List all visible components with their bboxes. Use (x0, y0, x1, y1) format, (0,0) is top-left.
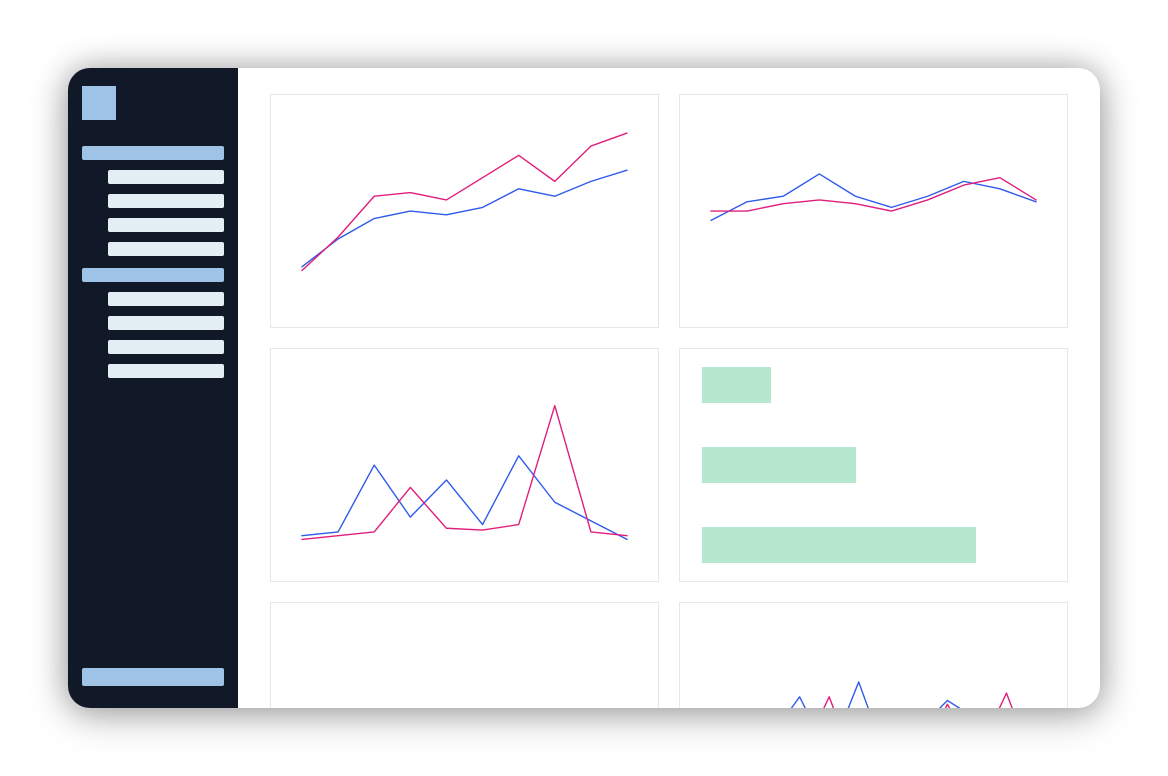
sidebar (68, 68, 238, 708)
app-logo-icon (82, 86, 116, 120)
chart-panel-3 (270, 348, 659, 582)
app-window (68, 68, 1100, 708)
nav-item[interactable] (108, 218, 224, 232)
bar-segment (702, 447, 856, 483)
line-chart-icon (680, 95, 1067, 327)
bar-segment (702, 367, 771, 403)
nav-item[interactable] (108, 194, 224, 208)
line-chart-icon (680, 603, 1067, 708)
dashboard-grid (238, 68, 1100, 708)
bar-segment (702, 527, 976, 563)
line-chart-icon (271, 95, 658, 327)
chart-panel-1 (270, 94, 659, 328)
nav-item[interactable] (108, 292, 224, 306)
chart-panel-5 (270, 602, 659, 708)
sidebar-nav (82, 134, 224, 668)
nav-item[interactable] (108, 242, 224, 256)
nav-section-header-1 (82, 146, 224, 160)
nav-item[interactable] (108, 316, 224, 330)
nav-item[interactable] (108, 340, 224, 354)
chart-panel-2 (679, 94, 1068, 328)
line-chart-icon (271, 603, 658, 708)
nav-item[interactable] (108, 170, 224, 184)
chart-panel-6 (679, 602, 1068, 708)
nav-item[interactable] (108, 364, 224, 378)
sidebar-footer-item[interactable] (82, 668, 224, 686)
nav-section-header-2 (82, 268, 224, 282)
line-chart-icon (271, 349, 658, 581)
chart-panel-4 (679, 348, 1068, 582)
bar-chart-icon (702, 367, 1045, 563)
